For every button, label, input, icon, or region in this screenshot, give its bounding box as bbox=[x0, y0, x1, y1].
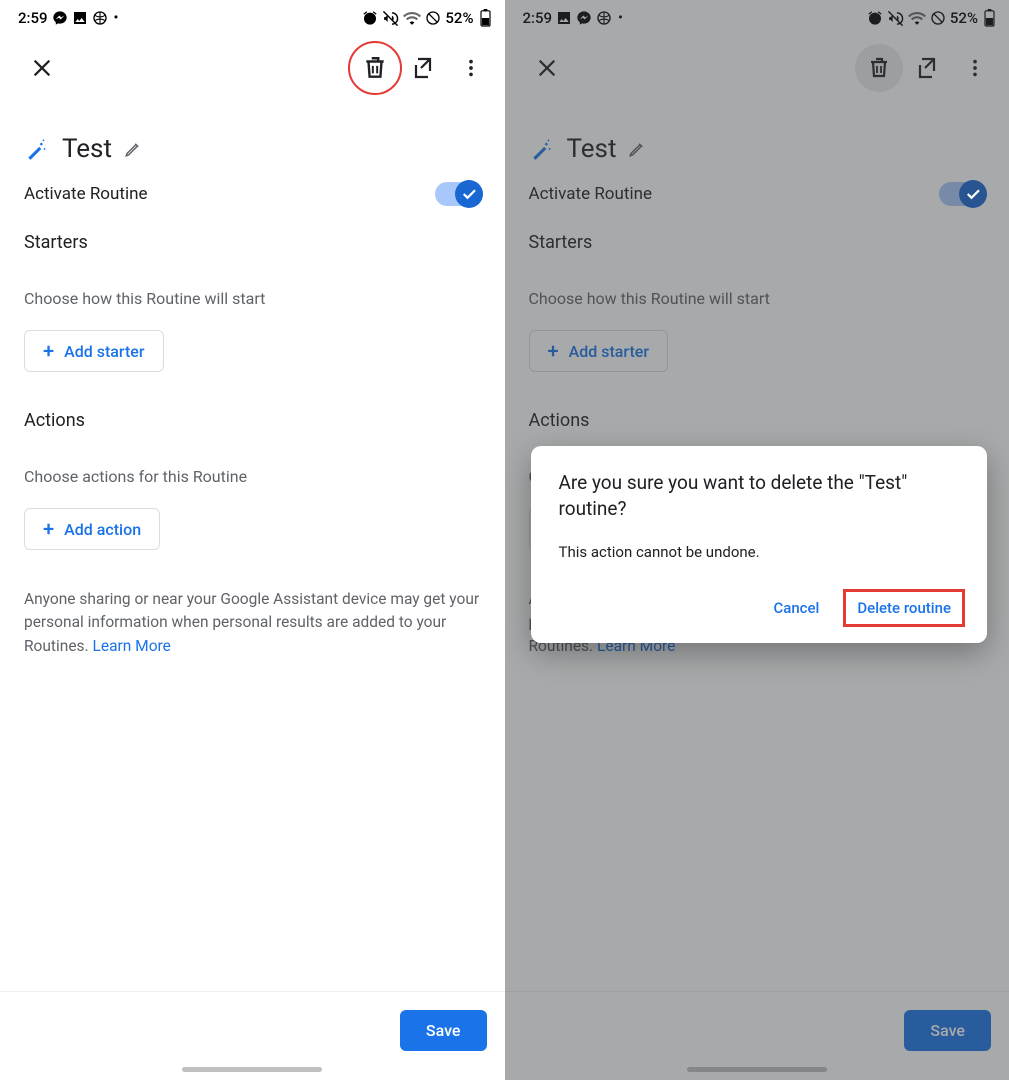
no-data-icon bbox=[425, 10, 441, 26]
edit-name-button[interactable] bbox=[124, 140, 142, 158]
gallery-icon bbox=[72, 10, 88, 26]
privacy-disclosure: Anyone sharing or near your Google Assis… bbox=[24, 588, 481, 658]
status-time: 2:59 bbox=[18, 9, 48, 27]
save-button[interactable]: Save bbox=[400, 1010, 487, 1051]
delete-confirm-dialog: Are you sure you want to delete the "Tes… bbox=[531, 446, 988, 643]
delete-button[interactable] bbox=[351, 44, 399, 92]
more-button[interactable] bbox=[447, 44, 495, 92]
screenshot-left: 2:59 • 52% bbox=[0, 0, 505, 1080]
nav-handle[interactable] bbox=[182, 1067, 322, 1072]
activate-toggle[interactable] bbox=[435, 182, 481, 206]
wifi-icon bbox=[403, 11, 421, 25]
sports-icon bbox=[92, 10, 108, 26]
actions-subtext: Choose actions for this Routine bbox=[24, 467, 481, 486]
add-action-button[interactable]: + Add action bbox=[24, 508, 160, 550]
screenshot-right: 2:59 • 52% bbox=[505, 0, 1009, 1080]
add-starter-button[interactable]: + Add starter bbox=[24, 330, 164, 372]
battery-icon bbox=[480, 9, 491, 27]
trash-icon bbox=[362, 55, 388, 81]
routine-name: Test bbox=[62, 134, 112, 164]
learn-more-link[interactable]: Learn More bbox=[93, 637, 171, 655]
bottom-bar: Save bbox=[0, 991, 505, 1063]
more-vert-icon bbox=[460, 57, 482, 79]
check-icon bbox=[460, 185, 478, 203]
starters-subtext: Choose how this Routine will start bbox=[24, 289, 481, 308]
dialog-cancel-button[interactable]: Cancel bbox=[761, 591, 831, 625]
plus-icon: + bbox=[43, 519, 54, 539]
battery-percent: 52% bbox=[445, 9, 473, 27]
wand-icon bbox=[24, 136, 50, 162]
close-icon bbox=[31, 57, 53, 79]
activate-label: Activate Routine bbox=[24, 184, 147, 204]
add-starter-label: Add starter bbox=[64, 342, 144, 361]
vibrate-icon bbox=[382, 10, 399, 27]
shortcut-icon bbox=[411, 56, 435, 80]
routine-editor: Test Activate Routine Starters Choose ho… bbox=[0, 104, 505, 991]
starters-heading: Starters bbox=[24, 232, 481, 253]
activate-row: Activate Routine bbox=[24, 182, 481, 206]
messenger-icon bbox=[52, 10, 68, 26]
more-notifications-dot: • bbox=[114, 10, 119, 26]
dialog-delete-button[interactable]: Delete routine bbox=[845, 591, 963, 625]
shortcut-button[interactable] bbox=[399, 44, 447, 92]
status-bar: 2:59 • 52% bbox=[0, 0, 505, 32]
dialog-title: Are you sure you want to delete the "Tes… bbox=[559, 470, 964, 521]
add-action-label: Add action bbox=[64, 520, 141, 539]
routine-title-row: Test bbox=[24, 134, 481, 164]
dialog-body: This action cannot be undone. bbox=[559, 543, 964, 561]
alarm-icon bbox=[362, 10, 378, 26]
app-bar bbox=[0, 32, 505, 104]
actions-heading: Actions bbox=[24, 410, 481, 431]
close-button[interactable] bbox=[18, 44, 66, 92]
check-icon bbox=[964, 185, 982, 203]
plus-icon: + bbox=[43, 341, 54, 361]
